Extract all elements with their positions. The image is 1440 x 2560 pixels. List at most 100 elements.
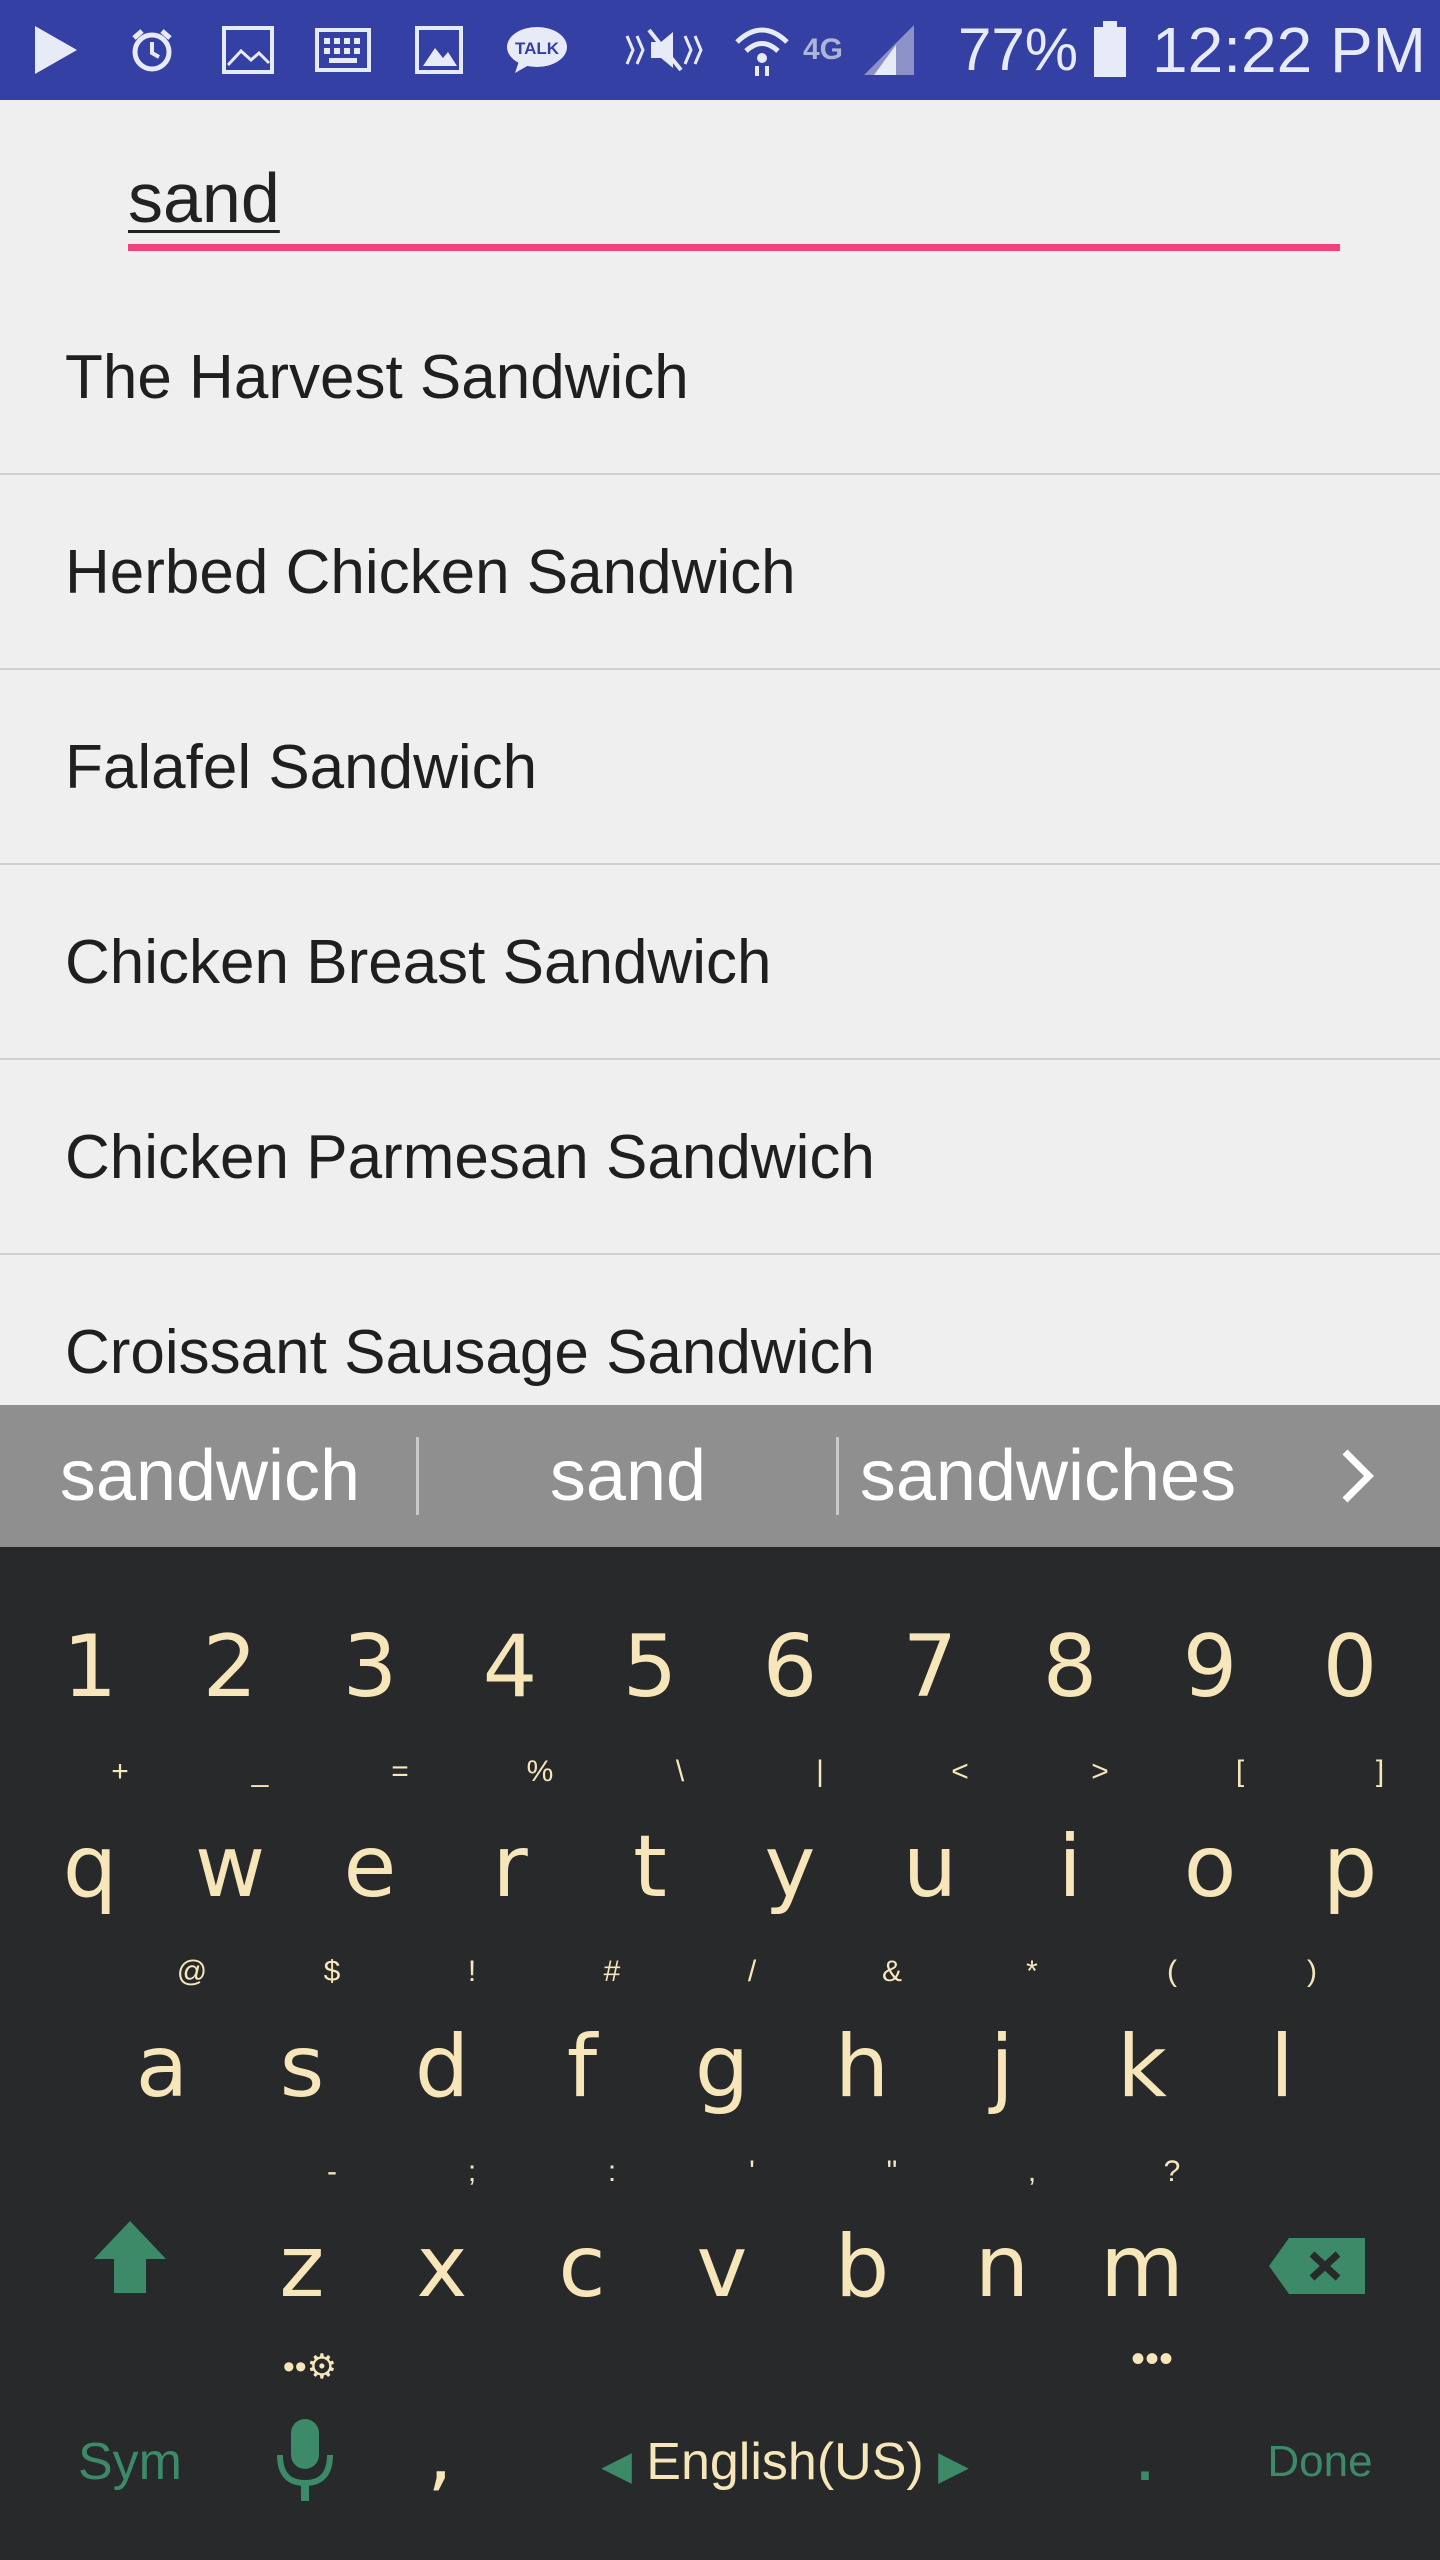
letter-key[interactable]: c <box>532 2217 632 2317</box>
letter-key[interactable]: y <box>740 1817 840 1917</box>
svg-text:TALK: TALK <box>515 39 560 58</box>
number-key[interactable]: 8 <box>1020 1617 1120 1717</box>
network-type-label: 4G <box>802 33 844 66</box>
number-key[interactable]: 1 <box>40 1617 140 1717</box>
list-item[interactable]: Chicken Parmesan Sandwich <box>0 1060 1440 1255</box>
key-hint: / <box>747 1955 757 1988</box>
period-key[interactable]: . <box>1100 2407 1190 2499</box>
chevron-right-icon: ▶ <box>938 2444 969 2488</box>
key-hint: ) <box>1307 1955 1317 1988</box>
key-hint: * <box>1026 1955 1038 1988</box>
letter-key[interactable]: i <box>1020 1817 1120 1917</box>
talk-icon: TALK <box>504 22 570 78</box>
key-hint: ] <box>1375 1755 1385 1788</box>
letter-key[interactable]: o <box>1160 1817 1260 1917</box>
search-underline <box>128 244 1340 251</box>
letter-key[interactable]: k <box>1092 2017 1192 2117</box>
letter-key[interactable]: n <box>952 2217 1052 2317</box>
key-hint: _ <box>251 1755 269 1788</box>
key-hint: ? <box>1163 2155 1181 2188</box>
results-list: The Harvest Sandwich Herbed Chicken Sand… <box>0 280 1440 1405</box>
key-hint: | <box>816 1755 824 1788</box>
list-item[interactable]: Croissant Sausage Sandwich <box>0 1255 1440 1405</box>
letter-key[interactable]: s <box>252 2017 352 2117</box>
alarm-icon <box>126 22 178 78</box>
mute-icon <box>622 22 704 78</box>
letter-key[interactable]: v <box>672 2217 772 2317</box>
number-key[interactable]: 4 <box>460 1617 560 1717</box>
list-item[interactable]: Chicken Breast Sandwich <box>0 865 1440 1060</box>
letter-key[interactable]: g <box>672 2017 772 2117</box>
gallery-icon <box>220 22 276 78</box>
search-bar <box>0 100 1440 280</box>
key-hint: & <box>881 1955 902 1988</box>
key-hint: < <box>951 1755 969 1788</box>
letter-key[interactable]: b <box>812 2217 912 2317</box>
letter-key[interactable]: a <box>112 2017 212 2117</box>
number-key[interactable]: 9 <box>1160 1617 1260 1717</box>
letter-key[interactable]: t <box>600 1817 700 1917</box>
list-item[interactable]: Falafel Sandwich <box>0 670 1440 865</box>
list-item-label: Herbed Chicken Sandwich <box>65 538 796 607</box>
key-hint: = <box>391 1755 409 1788</box>
suggestion-sand[interactable]: sand <box>420 1405 836 1547</box>
letter-key[interactable]: e <box>320 1817 420 1917</box>
letter-key[interactable]: u <box>880 1817 980 1917</box>
key-hint: % <box>526 1755 554 1788</box>
chevron-left-icon: ◀ <box>601 2444 632 2488</box>
comma-key[interactable]: , <box>400 2407 480 2500</box>
play-icon <box>30 22 82 78</box>
list-item-label: Chicken Parmesan Sandwich <box>65 1123 875 1192</box>
key-hint: # <box>603 1955 621 1988</box>
letter-key[interactable]: p <box>1300 1817 1400 1917</box>
letter-key[interactable]: w <box>180 1817 280 1917</box>
settings-hint-dots: •• <box>282 2348 307 2386</box>
done-key[interactable]: Done <box>1240 2437 1400 2487</box>
key-hint: [ <box>1235 1755 1245 1788</box>
suggestion-sandwiches[interactable]: sandwiches <box>840 1405 1256 1547</box>
letter-key[interactable]: z <box>252 2217 352 2317</box>
sym-key[interactable]: Sym <box>40 2432 220 2492</box>
battery-icon <box>1090 21 1130 78</box>
letter-key[interactable]: q <box>40 1817 140 1917</box>
number-key[interactable]: 0 <box>1300 1617 1400 1717</box>
suggestion-sandwich[interactable]: sandwich <box>30 1405 390 1547</box>
chevron-right-icon[interactable] <box>1322 1433 1392 1519</box>
search-input[interactable] <box>128 146 1338 250</box>
letter-key[interactable]: r <box>460 1817 560 1917</box>
list-item[interactable]: Herbed Chicken Sandwich <box>0 475 1440 670</box>
key-hint: , <box>1027 2155 1037 2188</box>
settings-hint: ••⚙ <box>280 2347 340 2387</box>
key-hint: $ <box>323 1955 341 1988</box>
more-hint: ••• <box>1130 2337 1173 2381</box>
letter-key[interactable]: d <box>392 2017 492 2117</box>
number-key[interactable]: 2 <box>180 1617 280 1717</box>
number-key[interactable]: 7 <box>880 1617 980 1717</box>
letter-key[interactable]: j <box>952 2017 1052 2117</box>
key-hint: + <box>111 1755 129 1788</box>
letter-key[interactable]: f <box>532 2017 632 2117</box>
number-key[interactable]: 5 <box>600 1617 700 1717</box>
language-key[interactable]: ◀ English(US) ▶ <box>600 2432 970 2492</box>
number-key[interactable]: 6 <box>740 1617 840 1717</box>
key-hint: > <box>1091 1755 1109 1788</box>
backspace-key[interactable] <box>1262 2217 1372 2297</box>
suggestion-bar: sandwich sand sandwiches <box>0 1405 1440 1547</box>
gear-icon: ⚙ <box>306 2348 338 2386</box>
list-item[interactable]: The Harvest Sandwich <box>0 280 1440 475</box>
letter-key[interactable]: l <box>1232 2017 1332 2117</box>
key-hint: ' <box>749 2155 755 2188</box>
shift-key[interactable] <box>80 2207 180 2307</box>
list-item-label: Chicken Breast Sandwich <box>65 928 772 997</box>
letter-key[interactable]: h <box>812 2017 912 2117</box>
suggestion-divider <box>836 1437 839 1515</box>
number-key[interactable]: 3 <box>320 1617 420 1717</box>
wifi-icon <box>732 22 792 78</box>
key-hint: - <box>327 2155 337 2188</box>
letter-key[interactable]: m <box>1092 2217 1192 2317</box>
list-item-label: Croissant Sausage Sandwich <box>65 1318 875 1387</box>
letter-key[interactable]: x <box>392 2217 492 2317</box>
status-bar: TALK 4G 77% 12:22 PM <box>0 0 1440 100</box>
key-hint: ! <box>467 1955 477 1988</box>
microphone-icon[interactable] <box>260 2417 350 2507</box>
